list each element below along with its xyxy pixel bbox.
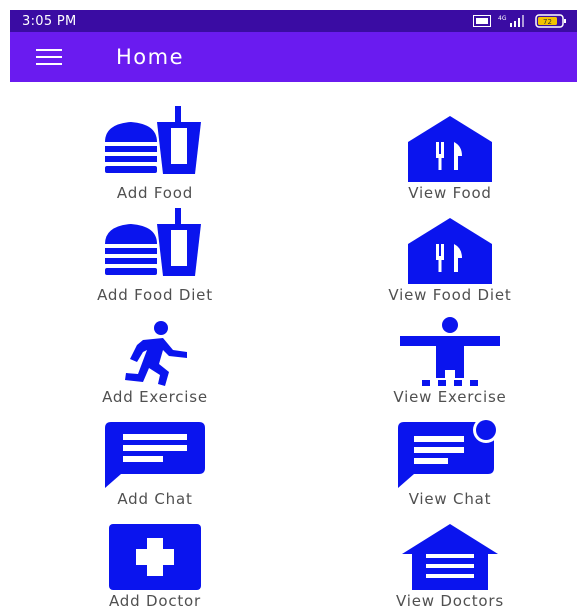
view-chat-label: View Chat xyxy=(408,490,492,508)
running-person-icon xyxy=(125,321,187,386)
add-food-diet-label: Add Food Diet xyxy=(97,286,213,304)
view-food-button[interactable]: View Food xyxy=(335,106,565,208)
menu-grid: Add Food View Food Add Food Diet View Fo… xyxy=(10,82,577,610)
hamburger-menu-icon[interactable] xyxy=(36,49,62,65)
view-food-diet-button[interactable]: View Food Diet xyxy=(335,208,565,310)
add-food-button[interactable]: Add Food xyxy=(40,106,270,208)
add-exercise-button[interactable]: Add Exercise xyxy=(40,310,270,412)
restaurant-house-icon xyxy=(408,116,492,182)
status-bar: 3:05 PM 4G 72 xyxy=(10,10,577,32)
add-doctor-label: Add Doctor xyxy=(108,592,201,610)
add-chat-button[interactable]: Add Chat xyxy=(40,412,270,514)
app-bar: Home xyxy=(10,32,577,82)
volte-icon xyxy=(473,15,491,27)
fastfood-icon xyxy=(105,208,201,276)
medical-cross-icon xyxy=(109,524,201,590)
garage-house-icon xyxy=(402,524,498,590)
view-doctors-button[interactable]: View Doctors xyxy=(335,514,565,616)
view-food-label: View Food xyxy=(408,184,492,202)
restaurant-house-icon xyxy=(408,218,492,284)
status-time: 3:05 PM xyxy=(22,13,77,29)
fastfood-icon xyxy=(105,106,201,174)
accessibility-person-icon xyxy=(400,317,500,386)
page-title: Home xyxy=(116,45,185,69)
view-exercise-button[interactable]: View Exercise xyxy=(335,310,565,412)
chat-notification-icon xyxy=(398,418,499,488)
network-type-label: 4G xyxy=(498,15,507,22)
add-exercise-label: Add Exercise xyxy=(102,388,208,406)
battery-level: 72 xyxy=(543,18,552,26)
signal-icon: 4G xyxy=(498,15,524,27)
status-icons: 4G 72 xyxy=(473,14,567,28)
add-food-diet-button[interactable]: Add Food Diet xyxy=(40,208,270,310)
add-food-label: Add Food xyxy=(116,184,194,202)
add-doctor-button[interactable]: Add Doctor xyxy=(40,514,270,616)
view-exercise-label: View Exercise xyxy=(393,388,507,406)
battery-icon: 72 xyxy=(535,14,566,28)
view-food-diet-label: View Food Diet xyxy=(388,286,512,304)
chat-bubble-icon xyxy=(105,422,205,488)
view-chat-button[interactable]: View Chat xyxy=(335,412,565,514)
add-chat-label: Add Chat xyxy=(117,490,193,508)
view-doctors-label: View Doctors xyxy=(396,592,504,610)
